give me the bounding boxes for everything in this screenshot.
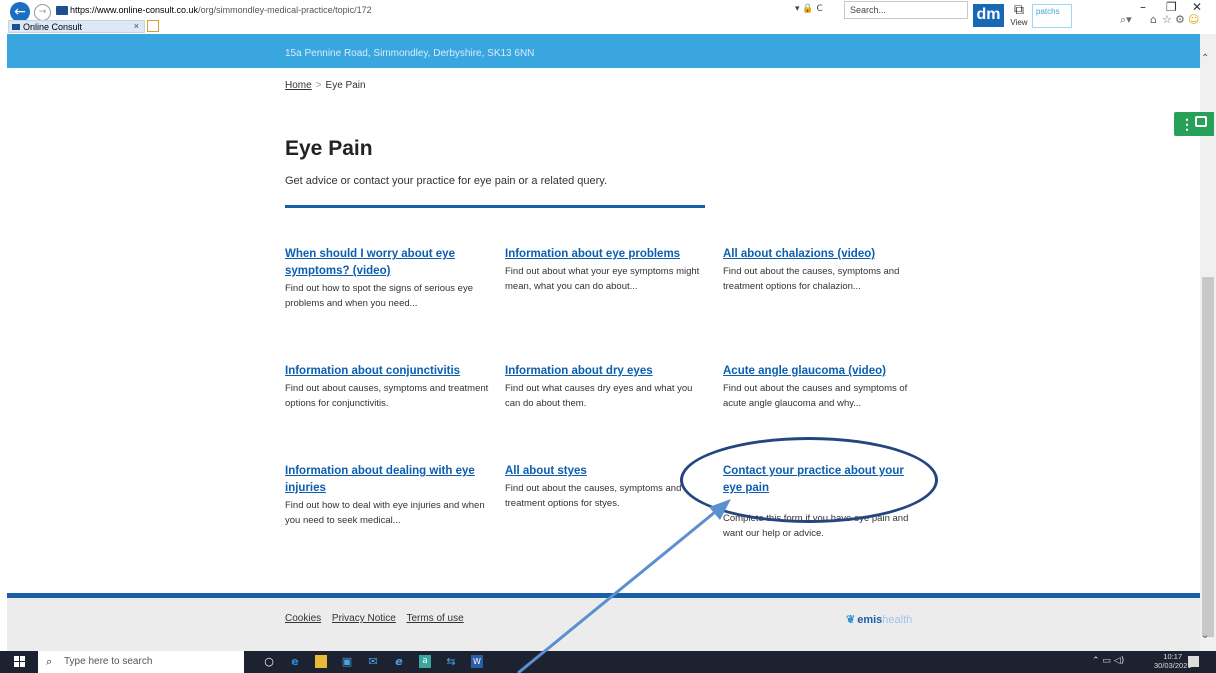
- cortana-icon[interactable]: ○: [263, 655, 275, 668]
- site-icon: [12, 24, 20, 30]
- topic-link-eye-injuries[interactable]: Information about dealing with eye injur…: [285, 463, 490, 497]
- title-divider: [285, 205, 705, 208]
- smiley-icon[interactable]: ☺: [1188, 13, 1199, 26]
- topic-description: Find out about the causes and symptoms o…: [723, 383, 908, 409]
- topic-link-conjunctivitis[interactable]: Information about conjunctivitis: [285, 363, 490, 380]
- ie-icon[interactable]: e: [393, 655, 405, 668]
- word-icon[interactable]: W: [471, 655, 483, 668]
- chat-icon: [1195, 116, 1207, 127]
- address-tools[interactable]: ▾ 🔒 C: [795, 4, 823, 14]
- feedback-widget[interactable]: ⋮: [1174, 112, 1214, 136]
- clock-time: 10:17: [1163, 652, 1183, 661]
- taskbar-clock[interactable]: 10:17 30/03/2021: [1154, 652, 1192, 670]
- breadcrumb-current: Eye Pain: [325, 80, 366, 91]
- annotation-arrow: [517, 499, 731, 673]
- taskbar-search-input[interactable]: ⌕ Type here to search: [38, 651, 244, 673]
- search-icon: ⌕: [46, 655, 53, 668]
- topic-card: All about styes Find out about the cause…: [505, 463, 705, 511]
- remote-desktop-icon[interactable]: ⇆: [445, 655, 457, 668]
- topic-link-dry-eyes[interactable]: Information about dry eyes: [505, 363, 705, 380]
- scroll-down-icon[interactable]: ⌄: [1201, 630, 1209, 641]
- minimize-icon[interactable]: –: [1140, 0, 1146, 14]
- system-tray[interactable]: ⌃ ▭ ◁): [1092, 656, 1124, 666]
- back-arrow-icon[interactable]: ←: [10, 2, 30, 22]
- topic-card: Information about dry eyes Find out what…: [505, 363, 705, 411]
- breadcrumb: Home > Eye Pain: [285, 80, 366, 91]
- address-bar[interactable]: https://www.online-consult.co.uk/org/sim…: [70, 5, 372, 15]
- topic-card: When should I worry about eye symptoms? …: [285, 246, 490, 311]
- clock-date: 30/03/2021: [1154, 661, 1192, 670]
- page-title: Eye Pain: [285, 137, 373, 160]
- site-header: [7, 34, 1200, 68]
- practice-address: 15a Pennine Road, Simmondley, Derbyshire…: [285, 48, 535, 59]
- explorer-icon[interactable]: [315, 655, 327, 668]
- emis-health-logo: ❦ emishealth: [846, 614, 913, 626]
- mail-icon[interactable]: ✉: [367, 655, 379, 668]
- home-icon[interactable]: ⌂: [1150, 13, 1157, 26]
- highlight-oval: [680, 437, 938, 523]
- menu-dots-icon: ⋮: [1180, 116, 1194, 132]
- breadcrumb-separator: >: [315, 80, 322, 91]
- topic-card: Information about dealing with eye injur…: [285, 463, 490, 528]
- search-icon[interactable]: ⌕▾: [1120, 13, 1132, 27]
- close-tab-icon[interactable]: ×: [134, 21, 139, 31]
- topic-description: Find out what causes dry eyes and what y…: [505, 383, 693, 409]
- topic-card: All about chalazions (video) Find out ab…: [723, 246, 923, 294]
- terms-of-use-link[interactable]: Terms of use: [406, 613, 463, 624]
- patchs-button[interactable]: patchs: [1032, 4, 1072, 28]
- view-button[interactable]: ⧉ View: [1008, 3, 1030, 31]
- topic-card: Information about eye problems Find out …: [505, 246, 705, 294]
- leaf-icon: ❦: [846, 614, 856, 626]
- footer-links: Cookies Privacy Notice Terms of use: [285, 613, 472, 624]
- edge-icon[interactable]: e: [289, 655, 301, 668]
- breadcrumb-home-link[interactable]: Home: [285, 80, 312, 91]
- site-icon: [56, 6, 68, 15]
- topic-description: Find out how to spot the signs of seriou…: [285, 283, 473, 309]
- cookies-link[interactable]: Cookies: [285, 613, 321, 624]
- topic-card: Information about conjunctivitis Find ou…: [285, 363, 490, 411]
- amazon-icon[interactable]: a: [419, 655, 431, 668]
- close-icon[interactable]: ✕: [1192, 0, 1202, 14]
- forward-arrow-icon[interactable]: →: [34, 4, 51, 21]
- topic-link-styes[interactable]: All about styes: [505, 463, 705, 480]
- view-icon: ⧉: [1014, 2, 1024, 18]
- dm-extension-button[interactable]: dm: [973, 4, 1004, 27]
- windows-start-icon[interactable]: [14, 656, 26, 668]
- site-footer: [7, 598, 1200, 651]
- topic-description: Find out how to deal with eye injuries a…: [285, 500, 485, 526]
- topic-description: Find out about the causes, symptoms and …: [505, 483, 682, 509]
- gear-icon[interactable]: ⚙: [1175, 13, 1185, 26]
- topic-card: Acute angle glaucoma (video) Find out ab…: [723, 363, 923, 411]
- page-intro: Get advice or contact your practice for …: [285, 175, 608, 187]
- topic-link-glaucoma[interactable]: Acute angle glaucoma (video): [723, 363, 923, 380]
- new-tab-button[interactable]: [147, 20, 159, 32]
- notification-icon[interactable]: [1188, 656, 1199, 667]
- topic-description: Find out about what your eye symptoms mi…: [505, 266, 700, 292]
- browser-tab[interactable]: Online Consult ×: [8, 20, 145, 33]
- topic-description: Find out about causes, symptoms and trea…: [285, 383, 489, 409]
- store-icon[interactable]: ▣: [341, 655, 353, 668]
- browser-search-input[interactable]: Search...: [844, 1, 968, 19]
- privacy-notice-link[interactable]: Privacy Notice: [332, 613, 396, 624]
- restore-icon[interactable]: ❐: [1166, 0, 1177, 14]
- view-label: View: [1010, 18, 1028, 27]
- tab-title: Online Consult: [23, 22, 83, 32]
- topic-link-worry-eye-symptoms[interactable]: When should I worry about eye symptoms? …: [285, 246, 490, 280]
- scroll-up-icon[interactable]: ⌃: [1201, 53, 1209, 64]
- topic-link-chalazions[interactable]: All about chalazions (video): [723, 246, 923, 263]
- scrollbar-thumb[interactable]: [1202, 277, 1214, 637]
- star-icon[interactable]: ☆: [1162, 13, 1172, 26]
- topic-description: Find out about the causes, symptoms and …: [723, 266, 900, 292]
- topic-link-eye-problems[interactable]: Information about eye problems: [505, 246, 705, 263]
